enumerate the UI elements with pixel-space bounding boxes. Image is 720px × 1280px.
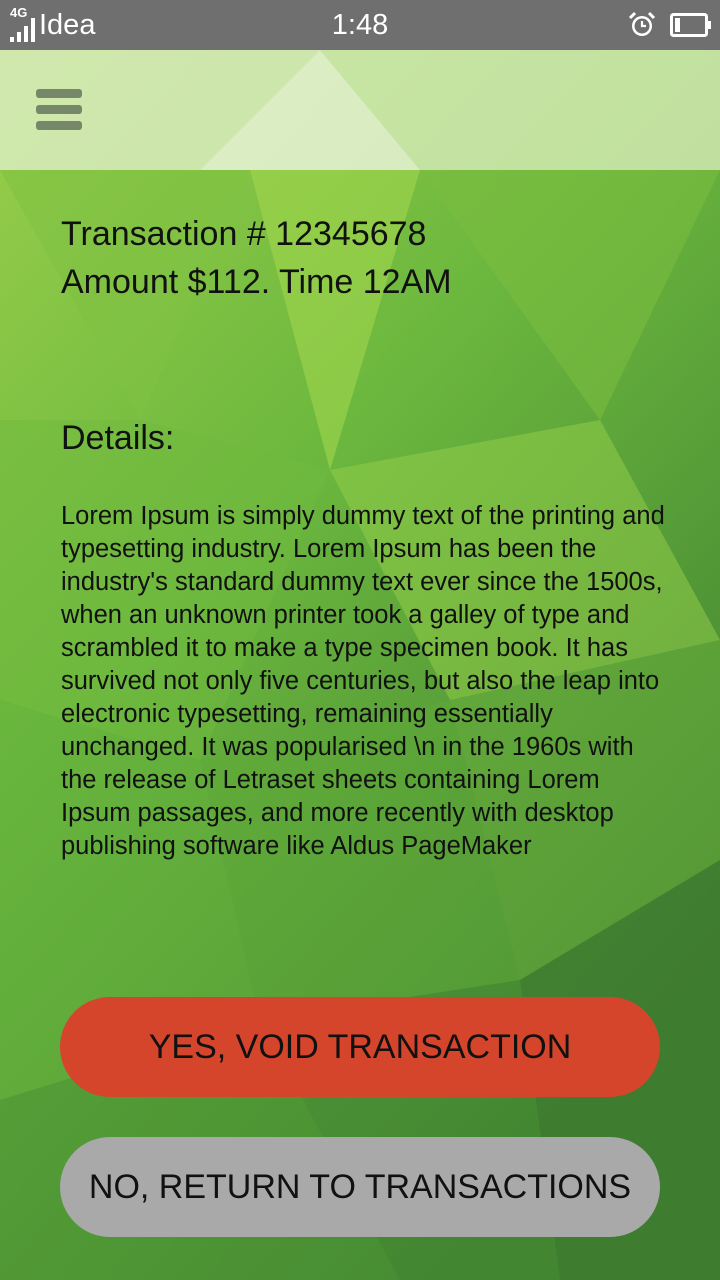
status-bar: 4G Idea 1:48 xyxy=(0,0,720,50)
battery-icon xyxy=(670,13,711,37)
details-label: Details: xyxy=(61,419,175,457)
alarm-icon xyxy=(628,11,656,36)
transaction-amount-time: Amount $112. Time 12AM xyxy=(61,263,452,301)
void-transaction-button[interactable]: YES, VOID TRANSACTION xyxy=(60,997,660,1097)
transaction-number: Transaction # 12345678 xyxy=(61,215,427,253)
app-bar xyxy=(0,50,720,170)
status-time: 1:48 xyxy=(331,9,389,41)
details-text: Lorem Ipsum is simply dummy text of the … xyxy=(61,502,665,860)
transaction-content: Transaction # 12345678 Amount $112. Time… xyxy=(61,170,671,863)
transaction-header: Transaction # 12345678 Amount $112. Time… xyxy=(61,210,671,306)
return-to-transactions-button[interactable]: NO, RETURN TO TRANSACTIONS xyxy=(60,1137,660,1237)
hamburger-menu-icon[interactable] xyxy=(30,80,88,138)
